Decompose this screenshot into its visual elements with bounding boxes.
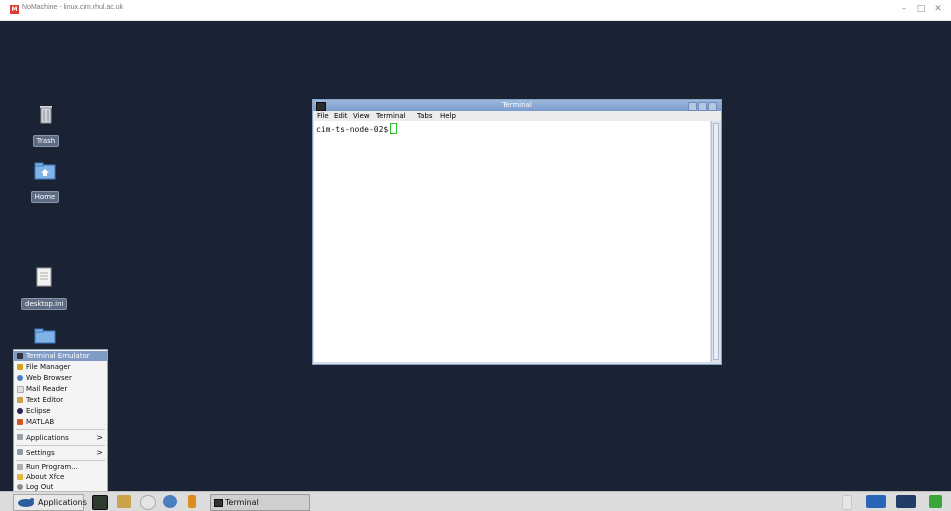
host-close-button[interactable]: ✕: [931, 3, 945, 15]
menu-separator: [16, 445, 105, 446]
menu-item-label: Run Program...: [26, 463, 78, 471]
run-icon: [17, 464, 23, 470]
star-icon: [17, 474, 23, 480]
trash-icon: [40, 106, 52, 124]
terminal-title: Terminal: [502, 101, 532, 109]
terminal-output[interactable]: cim-ts-node-02$: [314, 121, 710, 362]
menu-item-text-editor[interactable]: Text Editor: [14, 395, 107, 405]
folder-icon: [34, 328, 56, 344]
desktop-icon-label: Trash: [32, 135, 60, 147]
applications-button[interactable]: Applications: [13, 494, 87, 511]
terminal-prompt: cim-ts-node-02$: [316, 125, 389, 134]
menu-item-applications[interactable]: Applications >: [14, 432, 107, 444]
host-titlebar: M NoMachine - linux.cim.rhul.ac.uk – □ ✕: [0, 0, 951, 21]
menu-item-matlab[interactable]: MATLAB: [14, 417, 107, 427]
launcher-file-manager-icon[interactable]: [188, 495, 196, 508]
menu-item-label: Mail Reader: [26, 385, 68, 393]
menu-view[interactable]: View: [353, 112, 370, 120]
terminal-close-button[interactable]: [708, 102, 717, 111]
launcher-text-editor-icon[interactable]: [117, 495, 131, 508]
launcher-web-browser-icon[interactable]: [163, 495, 177, 508]
menu-separator: [16, 460, 105, 461]
desktop-icon-home[interactable]: Home: [30, 162, 60, 203]
logout-action-icon[interactable]: [929, 495, 942, 508]
desktop-icon-label: Home: [30, 191, 60, 203]
logout-icon: [17, 484, 23, 490]
menu-edit[interactable]: Edit: [334, 112, 348, 120]
desktop-icon-folder[interactable]: [33, 328, 57, 348]
menu-item-label: MATLAB: [26, 418, 55, 426]
menu-item-label: Eclipse: [26, 407, 51, 415]
menu-item-terminal-emulator[interactable]: Terminal Emulator: [14, 351, 107, 361]
xfce-mouse-icon: [18, 498, 34, 507]
submenu-arrow-icon: >: [96, 433, 103, 442]
file-icon: [36, 267, 52, 287]
taskbar-terminal[interactable]: Terminal: [210, 494, 310, 511]
workspace-1-icon[interactable]: [842, 495, 852, 510]
menu-item-file-manager[interactable]: File Manager: [14, 362, 107, 372]
submenu-arrow-icon: >: [96, 448, 103, 457]
launcher-terminal-icon[interactable]: [92, 495, 108, 510]
home-folder-icon: [34, 162, 56, 180]
host-maximize-button[interactable]: □: [914, 3, 928, 15]
applications-button-label: Applications: [38, 498, 87, 507]
scrollbar-thumb[interactable]: [713, 123, 719, 360]
menu-file[interactable]: File: [317, 112, 329, 120]
terminal-cursor: [390, 123, 398, 134]
globe-icon: [17, 375, 23, 381]
menu-item-label: File Manager: [26, 363, 71, 371]
menu-item-label: Settings: [26, 449, 55, 457]
mail-icon: [17, 386, 24, 393]
menu-separator: [16, 429, 105, 430]
menu-item-label: Applications: [26, 434, 69, 442]
applications-menu: Terminal Emulator File Manager Web Brows…: [13, 349, 108, 494]
host-window-title: NoMachine - linux.cim.rhul.ac.uk: [22, 4, 124, 11]
terminal-prompt-line: cim-ts-node-02$: [316, 123, 398, 134]
terminal-maximize-button[interactable]: [698, 102, 707, 111]
terminal-titlebar[interactable]: Terminal: [313, 100, 721, 111]
menu-item-web-browser[interactable]: Web Browser: [14, 373, 107, 383]
show-desktop-icon[interactable]: [896, 495, 916, 508]
desktop-icon-label: desktop.ini: [21, 298, 68, 310]
nomachine-logo-icon: M: [10, 5, 19, 14]
folder-icon: [17, 364, 23, 370]
bottom-panel: Applications Terminal: [0, 491, 951, 511]
menu-terminal[interactable]: Terminal: [376, 112, 406, 120]
terminal-menubar: File Edit View Terminal Tabs Help: [313, 111, 721, 121]
menu-item-label: Web Browser: [26, 374, 72, 382]
menu-item-eclipse[interactable]: Eclipse: [14, 406, 107, 416]
desktop-icon-trash[interactable]: Trash: [31, 104, 61, 147]
terminal-icon: [17, 353, 23, 359]
menu-help[interactable]: Help: [440, 112, 456, 120]
terminal-window[interactable]: Terminal File Edit View Terminal Tabs He…: [312, 99, 722, 365]
workspace-2-icon[interactable]: [866, 495, 886, 508]
apps-icon: [17, 434, 23, 440]
menu-tabs[interactable]: Tabs: [417, 112, 433, 120]
menu-item-run-program[interactable]: Run Program...: [14, 462, 107, 472]
launcher-mail-icon[interactable]: [140, 495, 156, 510]
host-minimize-button[interactable]: –: [897, 3, 911, 15]
terminal-icon: [214, 499, 223, 507]
desktop-icon-desktop-ini[interactable]: desktop.ini: [21, 267, 68, 310]
terminal-scrollbar[interactable]: [711, 121, 720, 362]
matlab-icon: [17, 419, 23, 425]
menu-item-label: About Xfce: [26, 473, 65, 481]
taskbar-terminal-label: Terminal: [225, 498, 259, 507]
pencil-icon: [17, 397, 23, 403]
menu-item-label: Terminal Emulator: [26, 352, 90, 360]
menu-item-settings[interactable]: Settings >: [14, 447, 107, 459]
settings-icon: [17, 449, 23, 455]
menu-item-mail-reader[interactable]: Mail Reader: [14, 384, 107, 394]
terminal-minimize-button[interactable]: [688, 102, 697, 111]
eclipse-icon: [17, 408, 23, 414]
menu-item-about-xfce[interactable]: About Xfce: [14, 472, 107, 482]
menu-item-label: Text Editor: [26, 396, 64, 404]
menu-item-label: Log Out: [26, 483, 54, 491]
